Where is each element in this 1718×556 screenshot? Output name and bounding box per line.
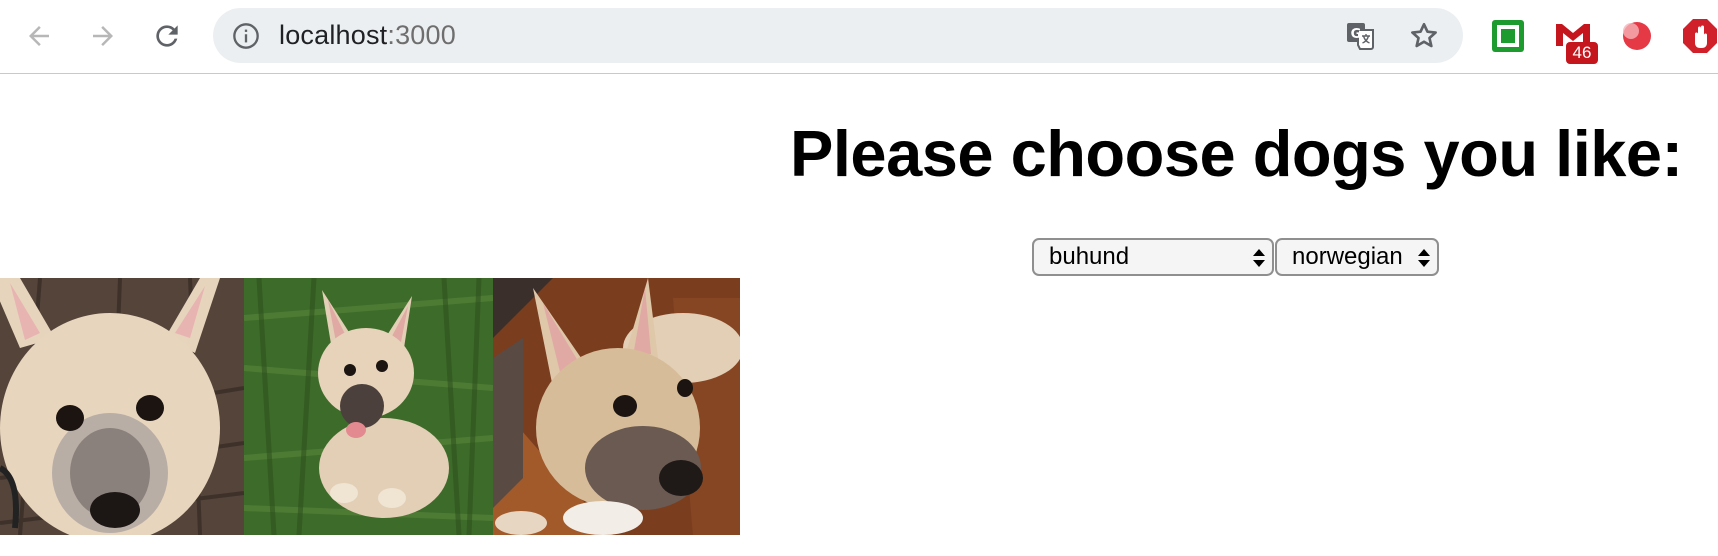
back-arrow-icon <box>29 26 49 46</box>
dog-photo-closeup <box>0 278 244 535</box>
browser-toolbar: localhost:3000 G 46 <box>0 0 1718 74</box>
green-square-extension-icon[interactable] <box>1488 16 1528 56</box>
translate-icon[interactable]: G <box>1345 21 1375 51</box>
dog-image[interactable] <box>493 278 740 535</box>
svg-text:G: G <box>1351 27 1362 42</box>
breed-select[interactable]: buhund <box>1032 238 1274 276</box>
address-bar[interactable]: localhost:3000 G <box>213 8 1463 63</box>
subbreed-select-value: norwegian <box>1292 243 1403 270</box>
adblock-stop-hand-icon[interactable] <box>1680 16 1718 56</box>
dog-photo-grass <box>244 278 493 535</box>
gmail-unread-badge: 46 <box>1566 42 1598 64</box>
breed-select-value: buhund <box>1049 243 1130 270</box>
dog-image[interactable] <box>244 278 493 535</box>
reload-icon <box>156 25 178 47</box>
dog-image[interactable] <box>0 278 244 535</box>
red-circle-extension-icon[interactable] <box>1617 16 1657 56</box>
url-port: :3000 <box>387 20 456 50</box>
bookmark-star-icon[interactable] <box>1408 20 1440 52</box>
select-arrows-icon <box>1253 249 1265 267</box>
back-button[interactable] <box>21 18 57 54</box>
forward-arrow-icon <box>93 26 113 46</box>
dog-image-gallery <box>0 278 740 535</box>
select-arrows-icon <box>1418 249 1430 267</box>
info-icon[interactable] <box>232 22 260 50</box>
page-heading: Please choose dogs you like: <box>790 117 1683 190</box>
url-text[interactable]: localhost:3000 <box>279 8 456 63</box>
url-host: localhost <box>279 20 388 50</box>
reload-button[interactable] <box>149 18 185 54</box>
subbreed-select[interactable]: norwegian <box>1275 238 1439 276</box>
dog-photo-floor <box>493 278 740 535</box>
forward-button[interactable] <box>85 18 121 54</box>
